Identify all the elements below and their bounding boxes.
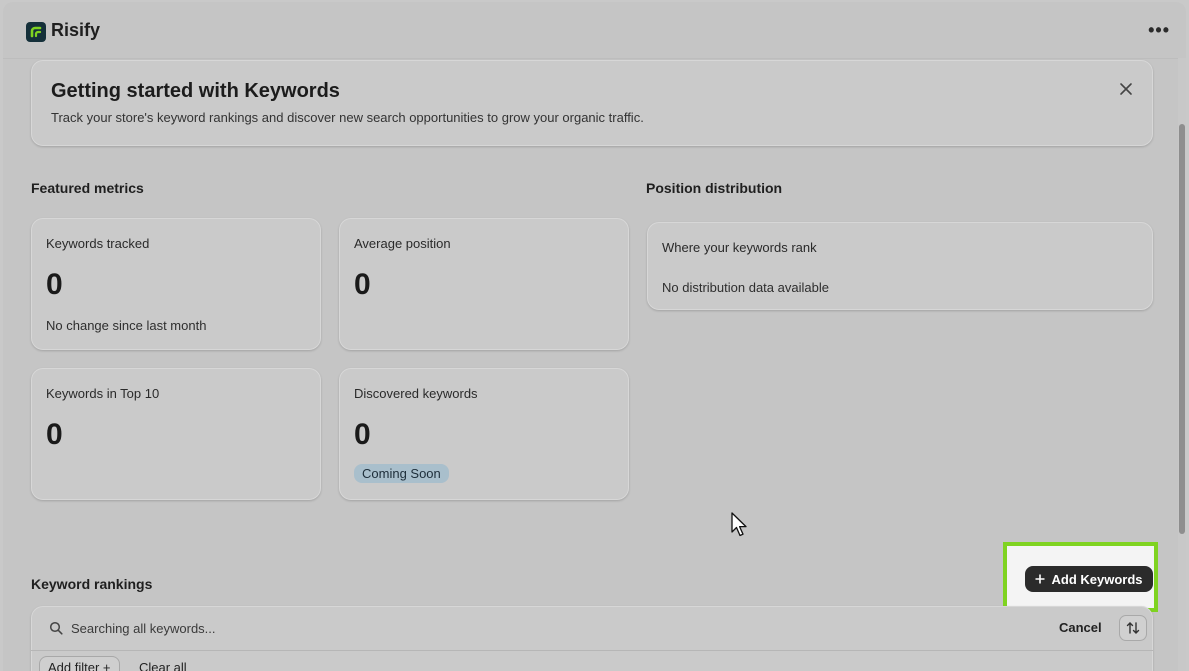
close-icon[interactable]	[1119, 82, 1133, 96]
metric-value: 0	[354, 418, 371, 451]
clear-all-button[interactable]: Clear all	[139, 660, 187, 671]
coming-soon-badge: Coming Soon	[354, 464, 449, 483]
banner-title: Getting started with Keywords	[51, 80, 340, 102]
metric-value: 0	[46, 418, 63, 451]
metric-note: No change since last month	[46, 318, 207, 333]
distribution-label: Where your keywords rank	[662, 240, 817, 255]
cancel-button[interactable]: Cancel	[1059, 620, 1102, 635]
app-name: Risify	[51, 20, 101, 40]
search-input[interactable]	[69, 616, 973, 640]
getting-started-banner: Getting started with Keywords Track your…	[31, 60, 1153, 146]
metric-value: 0	[354, 268, 371, 301]
scrollbar-thumb[interactable]	[1179, 124, 1185, 534]
metric-label: Keywords in Top 10	[46, 386, 160, 401]
position-distribution-title: Position distribution	[646, 180, 783, 196]
app-window: Risify ••• Getting started with Keywords…	[3, 2, 1186, 671]
banner-subtitle: Track your store's keyword rankings and …	[51, 110, 644, 125]
keyword-rankings-table: Cancel Add filter + Clear all	[31, 606, 1153, 671]
plus-icon	[1035, 574, 1045, 584]
search-icon	[49, 621, 63, 635]
metric-label: Discovered keywords	[354, 386, 478, 401]
mouse-cursor-icon	[731, 512, 747, 537]
more-options-icon[interactable]: •••	[1148, 20, 1170, 41]
metric-label: Average position	[354, 236, 451, 251]
add-keywords-button[interactable]: Add Keywords	[1025, 566, 1153, 592]
metric-card-average-position: Average position 0	[339, 218, 629, 350]
top-bar: Risify •••	[3, 2, 1186, 59]
position-distribution-card: Where your keywords rank No distribution…	[647, 222, 1153, 310]
metric-label: Keywords tracked	[46, 236, 150, 251]
metric-card-keywords-tracked: Keywords tracked 0 No change since last …	[31, 218, 321, 350]
distribution-empty-text: No distribution data available	[662, 280, 829, 295]
sort-button[interactable]	[1119, 615, 1147, 641]
keyword-rankings-title: Keyword rankings	[31, 576, 153, 592]
sort-arrows-icon	[1126, 622, 1140, 634]
risify-logo-icon	[26, 22, 46, 42]
metric-card-discovered-keywords: Discovered keywords 0 Coming Soon	[339, 368, 629, 500]
divider	[31, 650, 1153, 651]
featured-metrics-title: Featured metrics	[31, 180, 144, 196]
add-filter-button[interactable]: Add filter +	[39, 656, 120, 671]
metric-value: 0	[46, 268, 63, 301]
metric-card-keywords-top-10: Keywords in Top 10 0	[31, 368, 321, 500]
add-keywords-label: Add Keywords	[1051, 571, 1143, 587]
